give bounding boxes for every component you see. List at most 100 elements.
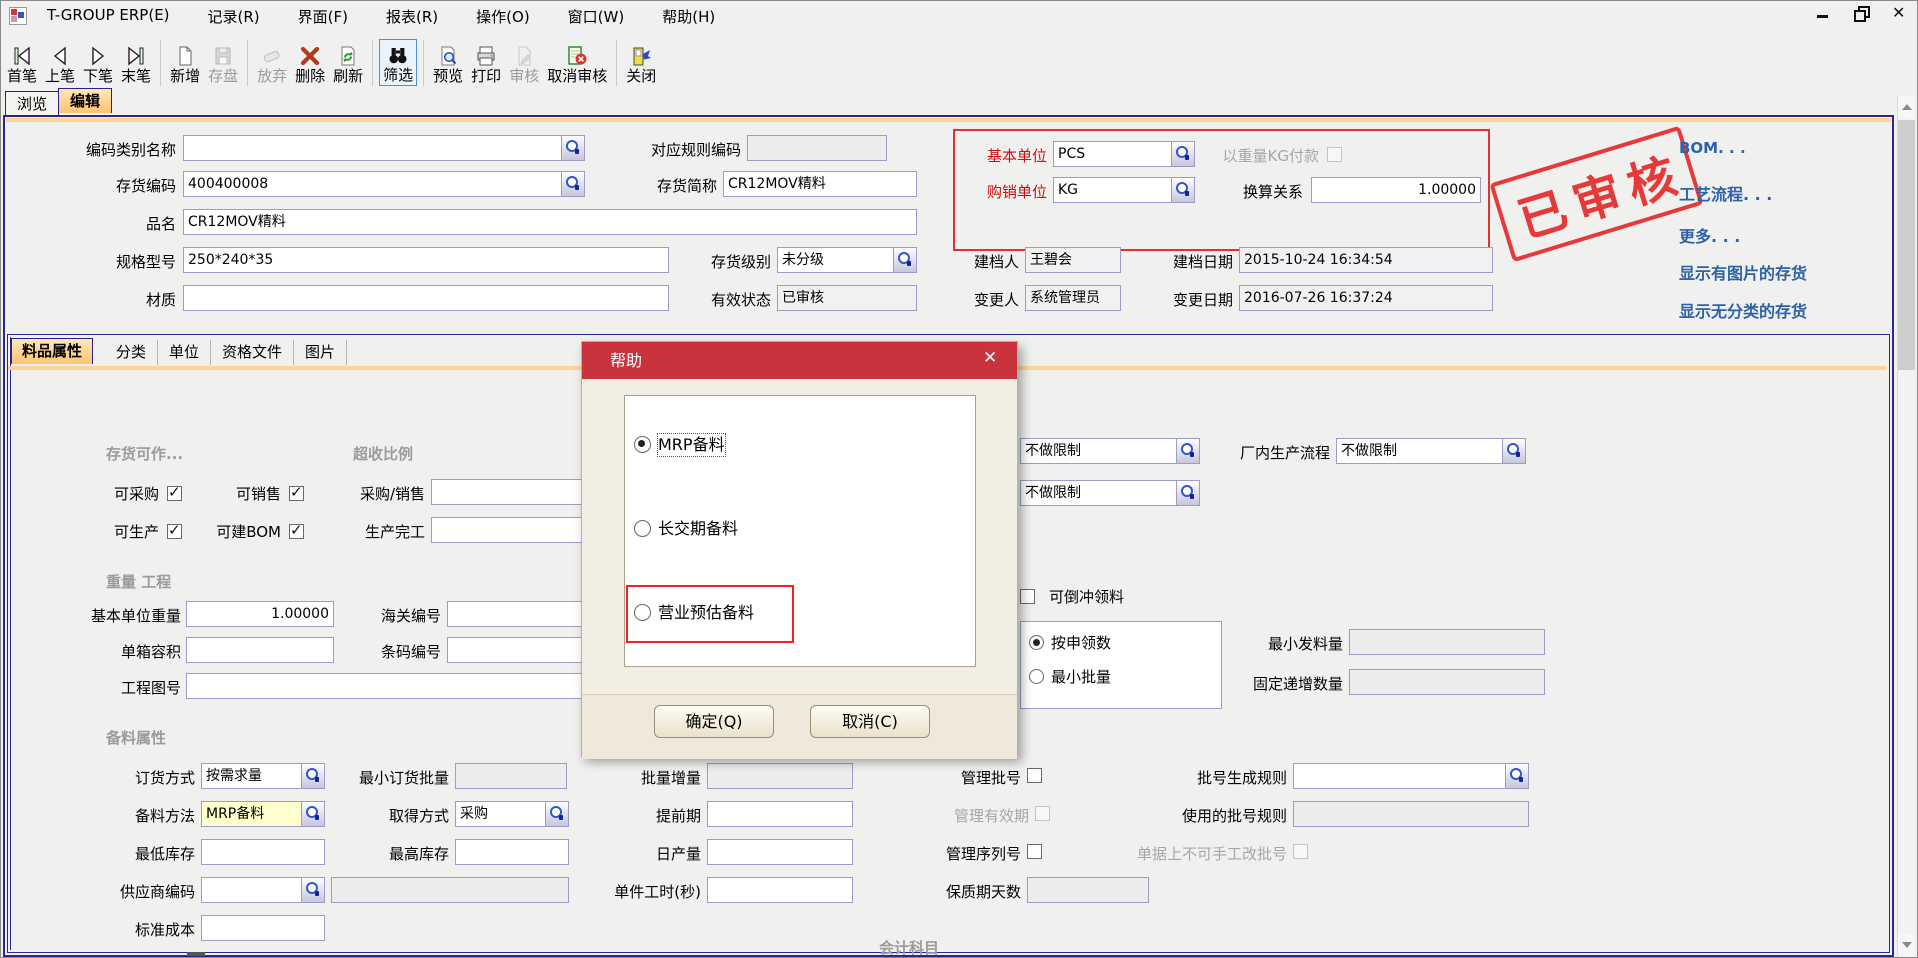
- tab-qualification-files[interactable]: 资格文件: [211, 340, 294, 365]
- box-volume-field[interactable]: [186, 637, 334, 663]
- vertical-scrollbar[interactable]: [1897, 96, 1915, 957]
- drawing-no-field[interactable]: [186, 673, 583, 699]
- cancel-audit-button[interactable]: 取消审核: [544, 41, 610, 86]
- menu-record[interactable]: 记录(R): [208, 6, 260, 27]
- next-record-button[interactable]: 下笔: [80, 41, 116, 86]
- lookup-icon[interactable]: [561, 136, 584, 160]
- issue-by-request-radio[interactable]: [1029, 635, 1044, 650]
- backflush-checkbox[interactable]: [1020, 589, 1035, 604]
- tab-edit[interactable]: 编辑: [58, 88, 112, 113]
- minimize-icon[interactable]: [1815, 5, 1831, 21]
- tab-item-properties[interactable]: 料品属性: [11, 338, 93, 364]
- lookup-icon[interactable]: [561, 172, 584, 196]
- tab-browse[interactable]: 浏览: [5, 91, 59, 116]
- menu-interface[interactable]: 界面(F): [298, 6, 348, 27]
- lookup-icon[interactable]: [893, 248, 916, 272]
- manage-batch-checkbox[interactable]: [1027, 768, 1042, 783]
- more-link[interactable]: 更多. . .: [1679, 223, 1740, 247]
- tab-classification[interactable]: 分类: [105, 340, 158, 365]
- supplier-code-field[interactable]: [201, 877, 325, 903]
- bom-link[interactable]: BOM. . .: [1679, 139, 1746, 157]
- cancel-button[interactable]: 取消(C): [810, 705, 930, 738]
- menu-tgroup-erp[interactable]: T-GROUP ERP(E): [47, 6, 170, 27]
- print-button[interactable]: 打印: [468, 41, 504, 86]
- lookup-icon[interactable]: [301, 878, 324, 902]
- process-flow-link[interactable]: 工艺流程. . .: [1679, 181, 1772, 205]
- long-leadtime-prep-label[interactable]: 长交期备料: [658, 518, 738, 540]
- item-code-field[interactable]: 400400008: [183, 171, 585, 197]
- dialog-close-icon[interactable]: [979, 348, 1003, 372]
- manage-serial-checkbox[interactable]: [1027, 844, 1042, 859]
- scroll-up-icon[interactable]: [1898, 96, 1915, 118]
- daily-output-field[interactable]: [707, 839, 853, 865]
- item-short-name-field[interactable]: CR12MOV精料: [723, 171, 917, 197]
- lookup-icon[interactable]: [1505, 764, 1528, 788]
- lookup-icon[interactable]: [1171, 178, 1194, 202]
- min-batch-radio[interactable]: [1029, 669, 1044, 684]
- last-record-button[interactable]: 末笔: [118, 41, 154, 86]
- menu-report[interactable]: 报表(R): [386, 6, 438, 27]
- std-cost-field[interactable]: [201, 915, 325, 941]
- lead-time-field[interactable]: [707, 801, 853, 827]
- refresh-button[interactable]: 刷新: [330, 41, 366, 86]
- lookup-icon[interactable]: [301, 802, 324, 826]
- lookup-icon[interactable]: [1502, 439, 1525, 463]
- material-field[interactable]: [183, 285, 669, 311]
- new-button[interactable]: 新增: [167, 41, 203, 86]
- prep-method-field[interactable]: MRP备料: [201, 801, 325, 827]
- barcode-field[interactable]: [447, 637, 583, 663]
- delete-button[interactable]: 删除: [292, 41, 328, 86]
- factory-flow-field[interactable]: 不做限制: [1336, 438, 1526, 464]
- can-sell-checkbox[interactable]: [289, 486, 304, 501]
- lookup-icon[interactable]: [1176, 481, 1199, 505]
- min-stock-field[interactable]: [201, 839, 325, 865]
- cancel-audit-icon: [565, 42, 589, 67]
- lookup-icon[interactable]: [545, 802, 568, 826]
- unit-work-seconds-field[interactable]: [707, 877, 853, 903]
- code-category-field[interactable]: [183, 135, 585, 161]
- preview-button[interactable]: 预览: [430, 41, 466, 86]
- purchase-sales-field[interactable]: [431, 479, 583, 505]
- max-stock-field[interactable]: [455, 839, 569, 865]
- base-unit-field[interactable]: PCS: [1053, 141, 1195, 167]
- menu-help[interactable]: 帮助(H): [662, 6, 715, 27]
- scroll-down-icon[interactable]: [1898, 934, 1915, 956]
- base-unit-weight-field[interactable]: 1.00000: [186, 601, 334, 627]
- tab-units[interactable]: 单位: [158, 340, 211, 365]
- item-level-field[interactable]: 未分级: [777, 247, 917, 273]
- tab-images[interactable]: 图片: [294, 340, 347, 365]
- show-items-with-images-link[interactable]: 显示有图片的存货: [1679, 260, 1807, 284]
- spec-field[interactable]: 250*240*35: [183, 247, 669, 273]
- first-record-button[interactable]: 首笔: [4, 41, 40, 86]
- mrp-prep-radio[interactable]: [634, 436, 651, 453]
- restriction1-field[interactable]: 不做限制: [1020, 438, 1200, 464]
- restriction2-field[interactable]: 不做限制: [1020, 480, 1200, 506]
- item-name-field[interactable]: CR12MOV精料: [183, 209, 917, 235]
- conversion-field[interactable]: 1.00000: [1311, 177, 1481, 203]
- close-button[interactable]: 关闭: [623, 41, 659, 86]
- mrp-prep-label[interactable]: MRP备料: [658, 434, 725, 456]
- customs-code-field[interactable]: [447, 601, 583, 627]
- trade-unit-field[interactable]: KG: [1053, 177, 1195, 203]
- prev-record-button[interactable]: 上笔: [42, 41, 78, 86]
- scrollbar-thumb[interactable]: [1898, 120, 1915, 370]
- long-leadtime-prep-radio[interactable]: [634, 520, 651, 537]
- batch-rule-field[interactable]: [1293, 763, 1529, 789]
- restore-icon[interactable]: [1853, 5, 1869, 21]
- menu-window[interactable]: 窗口(W): [568, 6, 625, 27]
- filter-button[interactable]: 筛选: [379, 39, 417, 86]
- can-purchase-checkbox[interactable]: [167, 486, 182, 501]
- lookup-icon[interactable]: [1171, 142, 1194, 166]
- can-produce-label: 可生产: [97, 519, 159, 545]
- acquire-method-field[interactable]: 采购: [455, 801, 569, 827]
- show-unclassified-items-link[interactable]: 显示无分类的存货: [1679, 298, 1807, 322]
- can-bom-checkbox[interactable]: [289, 524, 304, 539]
- can-produce-checkbox[interactable]: [167, 524, 182, 539]
- menu-operation[interactable]: 操作(O): [476, 6, 530, 27]
- lookup-icon[interactable]: [1176, 439, 1199, 463]
- lookup-icon[interactable]: [301, 764, 324, 788]
- ok-button[interactable]: 确定(Q): [654, 705, 774, 738]
- prod-complete-field[interactable]: [431, 517, 583, 543]
- close-window-icon[interactable]: [1891, 5, 1907, 21]
- order-method-field[interactable]: 按需求量: [201, 763, 325, 789]
